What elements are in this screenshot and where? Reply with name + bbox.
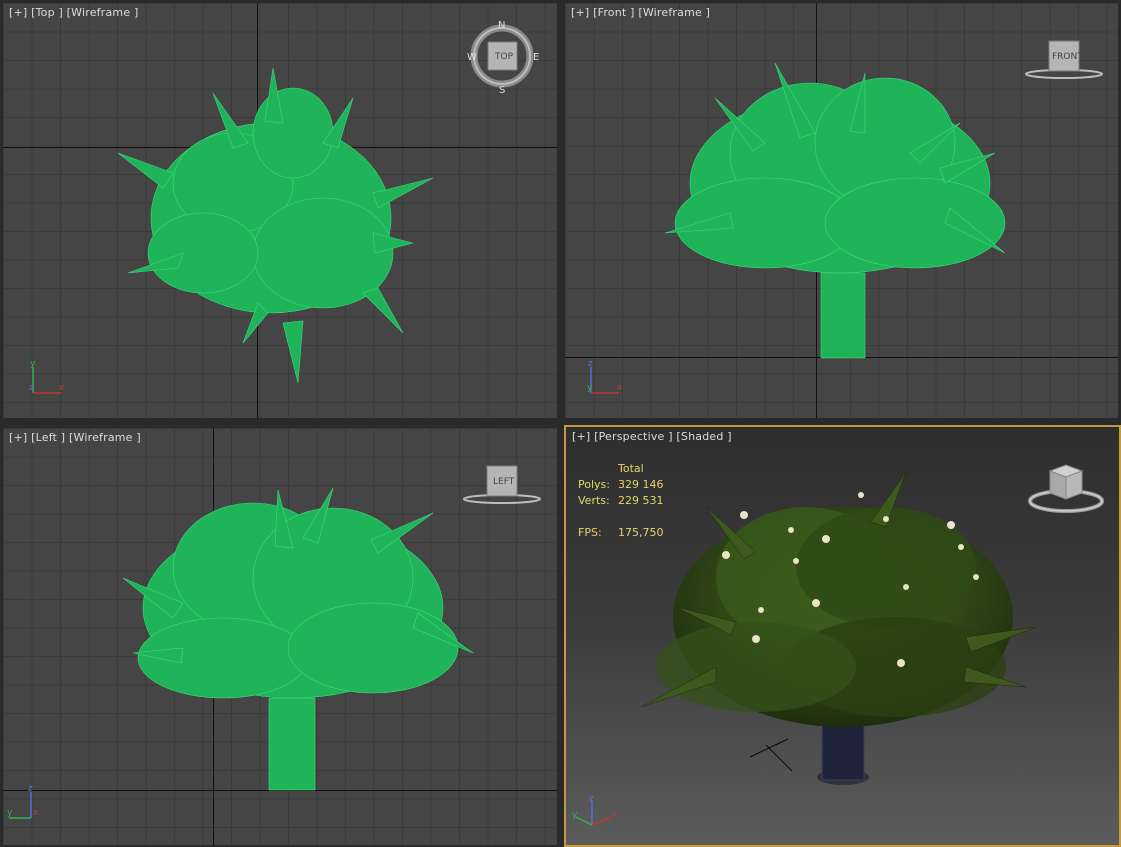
axis-depth-label: y <box>587 383 593 393</box>
compass-west-label: W <box>467 52 477 63</box>
axis-tripod-icon: z x y <box>587 359 623 394</box>
shading-mode-label[interactable]: [Wireframe ] <box>69 431 141 444</box>
axis-right-label: y <box>7 808 13 818</box>
axis-up-label: z <box>28 784 33 794</box>
shading-mode-label[interactable]: [Wireframe ] <box>638 6 710 19</box>
axis-right-label: x <box>617 383 623 393</box>
axis-tripod-icon: y x z <box>29 359 65 394</box>
viewport-menu-button[interactable]: [+] <box>572 430 590 443</box>
view-type-label[interactable]: [Left ] <box>31 431 65 444</box>
shading-mode-label[interactable]: [Shaded ] <box>676 430 731 443</box>
view-type-label[interactable]: [Perspective ] <box>594 430 673 443</box>
axis-right-label: x <box>612 810 618 820</box>
viewcube-compass[interactable]: TOP N S E W <box>467 18 539 96</box>
viewcube-left-face-label: LEFT <box>493 477 515 487</box>
viewport-perspective[interactable]: [+] [Perspective ] [Shaded ] Total Polys… <box>564 425 1121 847</box>
compass-north-label: N <box>498 20 505 31</box>
verts-value: 229 531 <box>618 494 664 507</box>
axis-depth-label: x <box>33 808 39 818</box>
stats-header: Total <box>618 462 644 475</box>
axis-up-label: z <box>588 359 593 369</box>
shading-mode-label[interactable]: [Wireframe ] <box>67 6 139 19</box>
viewcube-front[interactable]: FRONT <box>1023 37 1105 83</box>
statistics-overlay: Total Polys: 329 146 Verts: 229 531 FPS: 17… <box>578 461 664 541</box>
axis-right-label: x <box>59 383 65 393</box>
axis-up-label: z <box>589 795 594 804</box>
viewport-menu-button[interactable]: [+] <box>9 431 27 444</box>
viewport-front[interactable]: [+] [Front ] [Wireframe ] FRONT z x y <box>565 3 1118 418</box>
viewport-menu-button[interactable]: [+] <box>571 6 589 19</box>
view-type-label[interactable]: [Front ] <box>593 6 635 19</box>
viewport-top[interactable]: [+] [Top ] [Wireframe ] TOP N S E W y x … <box>3 3 557 418</box>
axis-depth-label: z <box>29 383 34 393</box>
verts-label: Verts: <box>578 494 610 507</box>
viewport-left[interactable]: [+] [Left ] [Wireframe ] LEFT z y x <box>3 428 557 845</box>
compass-east-label: E <box>533 52 539 63</box>
fps-value: 175,750 <box>618 526 664 539</box>
fps-label: FPS: <box>578 526 602 539</box>
viewport-label-perspective[interactable]: [+] [Perspective ] [Shaded ] <box>572 430 732 443</box>
axis-tripod-icon: z y x <box>7 784 39 819</box>
viewcube-perspective[interactable] <box>1026 459 1106 515</box>
viewport-label-top[interactable]: [+] [Top ] [Wireframe ] <box>9 6 139 19</box>
polys-label: Polys: <box>578 478 610 491</box>
viewcube-top-face-label: TOP <box>494 52 514 62</box>
viewcube-front-face-label: FRONT <box>1052 52 1083 62</box>
axis-up-label: y <box>30 359 36 369</box>
polys-value: 329 146 <box>618 478 664 491</box>
viewport-label-left[interactable]: [+] [Left ] [Wireframe ] <box>9 431 141 444</box>
axis-depth-label: y <box>572 810 578 820</box>
view-type-label[interactable]: [Top ] <box>31 6 63 19</box>
viewport-label-front[interactable]: [+] [Front ] [Wireframe ] <box>571 6 710 19</box>
viewcube-left[interactable]: LEFT <box>461 462 543 508</box>
axis-tripod-icon: z x y <box>572 795 618 826</box>
viewport-menu-button[interactable]: [+] <box>9 6 27 19</box>
compass-south-label: S <box>499 85 505 96</box>
